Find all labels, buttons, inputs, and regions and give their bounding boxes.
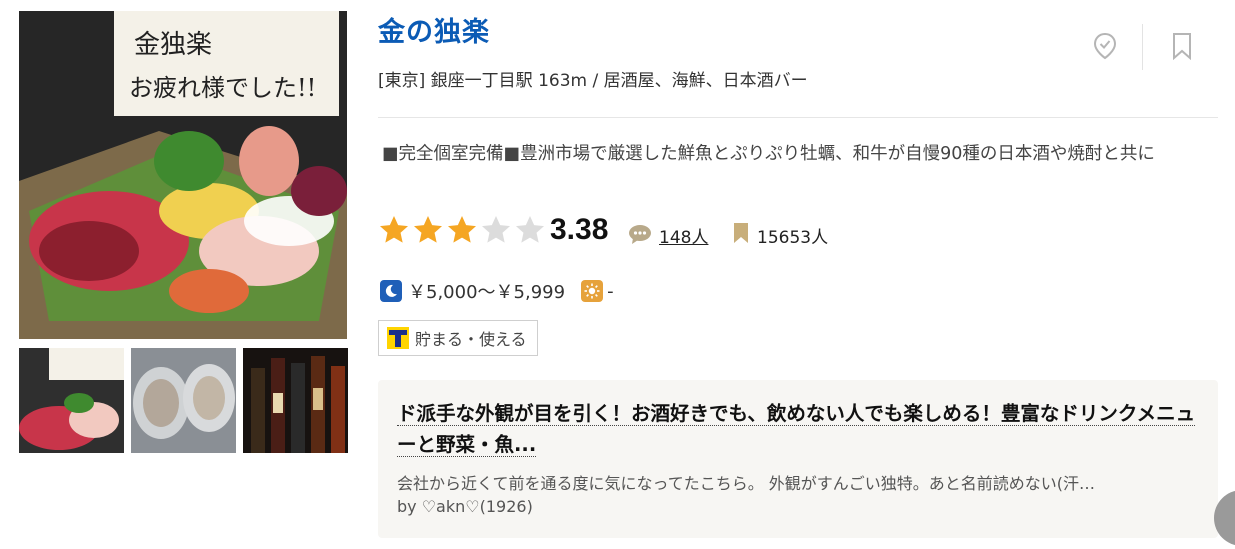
lunch-price: -: [607, 280, 614, 302]
thumbnail-1[interactable]: [19, 348, 124, 453]
review-title[interactable]: ド派手な外観が目を引く！お酒好きでも、飲めない人でも楽しめる！豊富なドリンクメニ…: [397, 398, 1202, 460]
thumbnail-3[interactable]: [243, 348, 348, 453]
photo-sign-line1: 金独楽: [134, 30, 212, 60]
star-icon: [380, 216, 408, 243]
moon-icon: [380, 280, 402, 302]
rating-score: 3.38: [550, 213, 609, 246]
thumbnail-2[interactable]: [131, 348, 236, 453]
star-icon: [414, 216, 442, 243]
t-point-icon: [387, 327, 409, 349]
review-count-link[interactable]: 148人: [659, 223, 708, 248]
icon-divider: [1142, 24, 1143, 70]
sun-icon: [581, 280, 604, 302]
bookmark-icon: [1173, 33, 1191, 60]
main-photo[interactable]: 金独楽 お疲れ様でした!!: [19, 11, 347, 339]
speech-bubble-icon: [629, 225, 651, 244]
restaurant-area-genre: [東京] 銀座一丁目駅 163m / 居酒屋、海鮮、日本酒バー: [378, 71, 808, 91]
bookmark-small-icon: [734, 223, 748, 243]
price-row: ￥5,000～￥5,999 -: [380, 278, 614, 304]
dinner-price: ￥5,000～￥5,999: [408, 282, 566, 303]
review-excerpt: 会社から近くて前を通る度に気になってたこちら。 外観がすんごい独特。あと名前読め…: [397, 474, 1096, 493]
divider: [378, 117, 1218, 118]
star-icon: [448, 216, 476, 243]
save-button[interactable]: [1162, 26, 1202, 66]
went-button[interactable]: [1085, 26, 1125, 66]
restaurant-name[interactable]: 金の独楽: [378, 10, 490, 49]
rating-stars: [378, 214, 546, 246]
star-icon: [482, 216, 510, 243]
tpoint-badge: 貯まる・使える: [378, 320, 538, 356]
star-icon: [516, 216, 544, 243]
review-title-text[interactable]: ド派手な外観が目を引く！お酒好きでも、飲めない人でも楽しめる！豊富なドリンクメニ…: [397, 402, 1196, 457]
tpoint-label: 貯まる・使える: [415, 330, 527, 349]
pin-check-icon: [1093, 32, 1117, 60]
pr-text: ■完全個室完備■豊洲市場で厳選した鮮魚とぷりぷり牡蠣、和牛が自慢90種の日本酒や…: [382, 144, 1155, 164]
photo-sign-line2: お疲れ様でした!!: [129, 74, 316, 102]
review-card[interactable]: ド派手な外観が目を引く！お酒好きでも、飲めない人でも楽しめる！豊富なドリンクメニ…: [378, 380, 1218, 538]
review-author: by ♡akn♡(1926): [397, 497, 533, 516]
save-count: 15653人: [757, 228, 829, 248]
